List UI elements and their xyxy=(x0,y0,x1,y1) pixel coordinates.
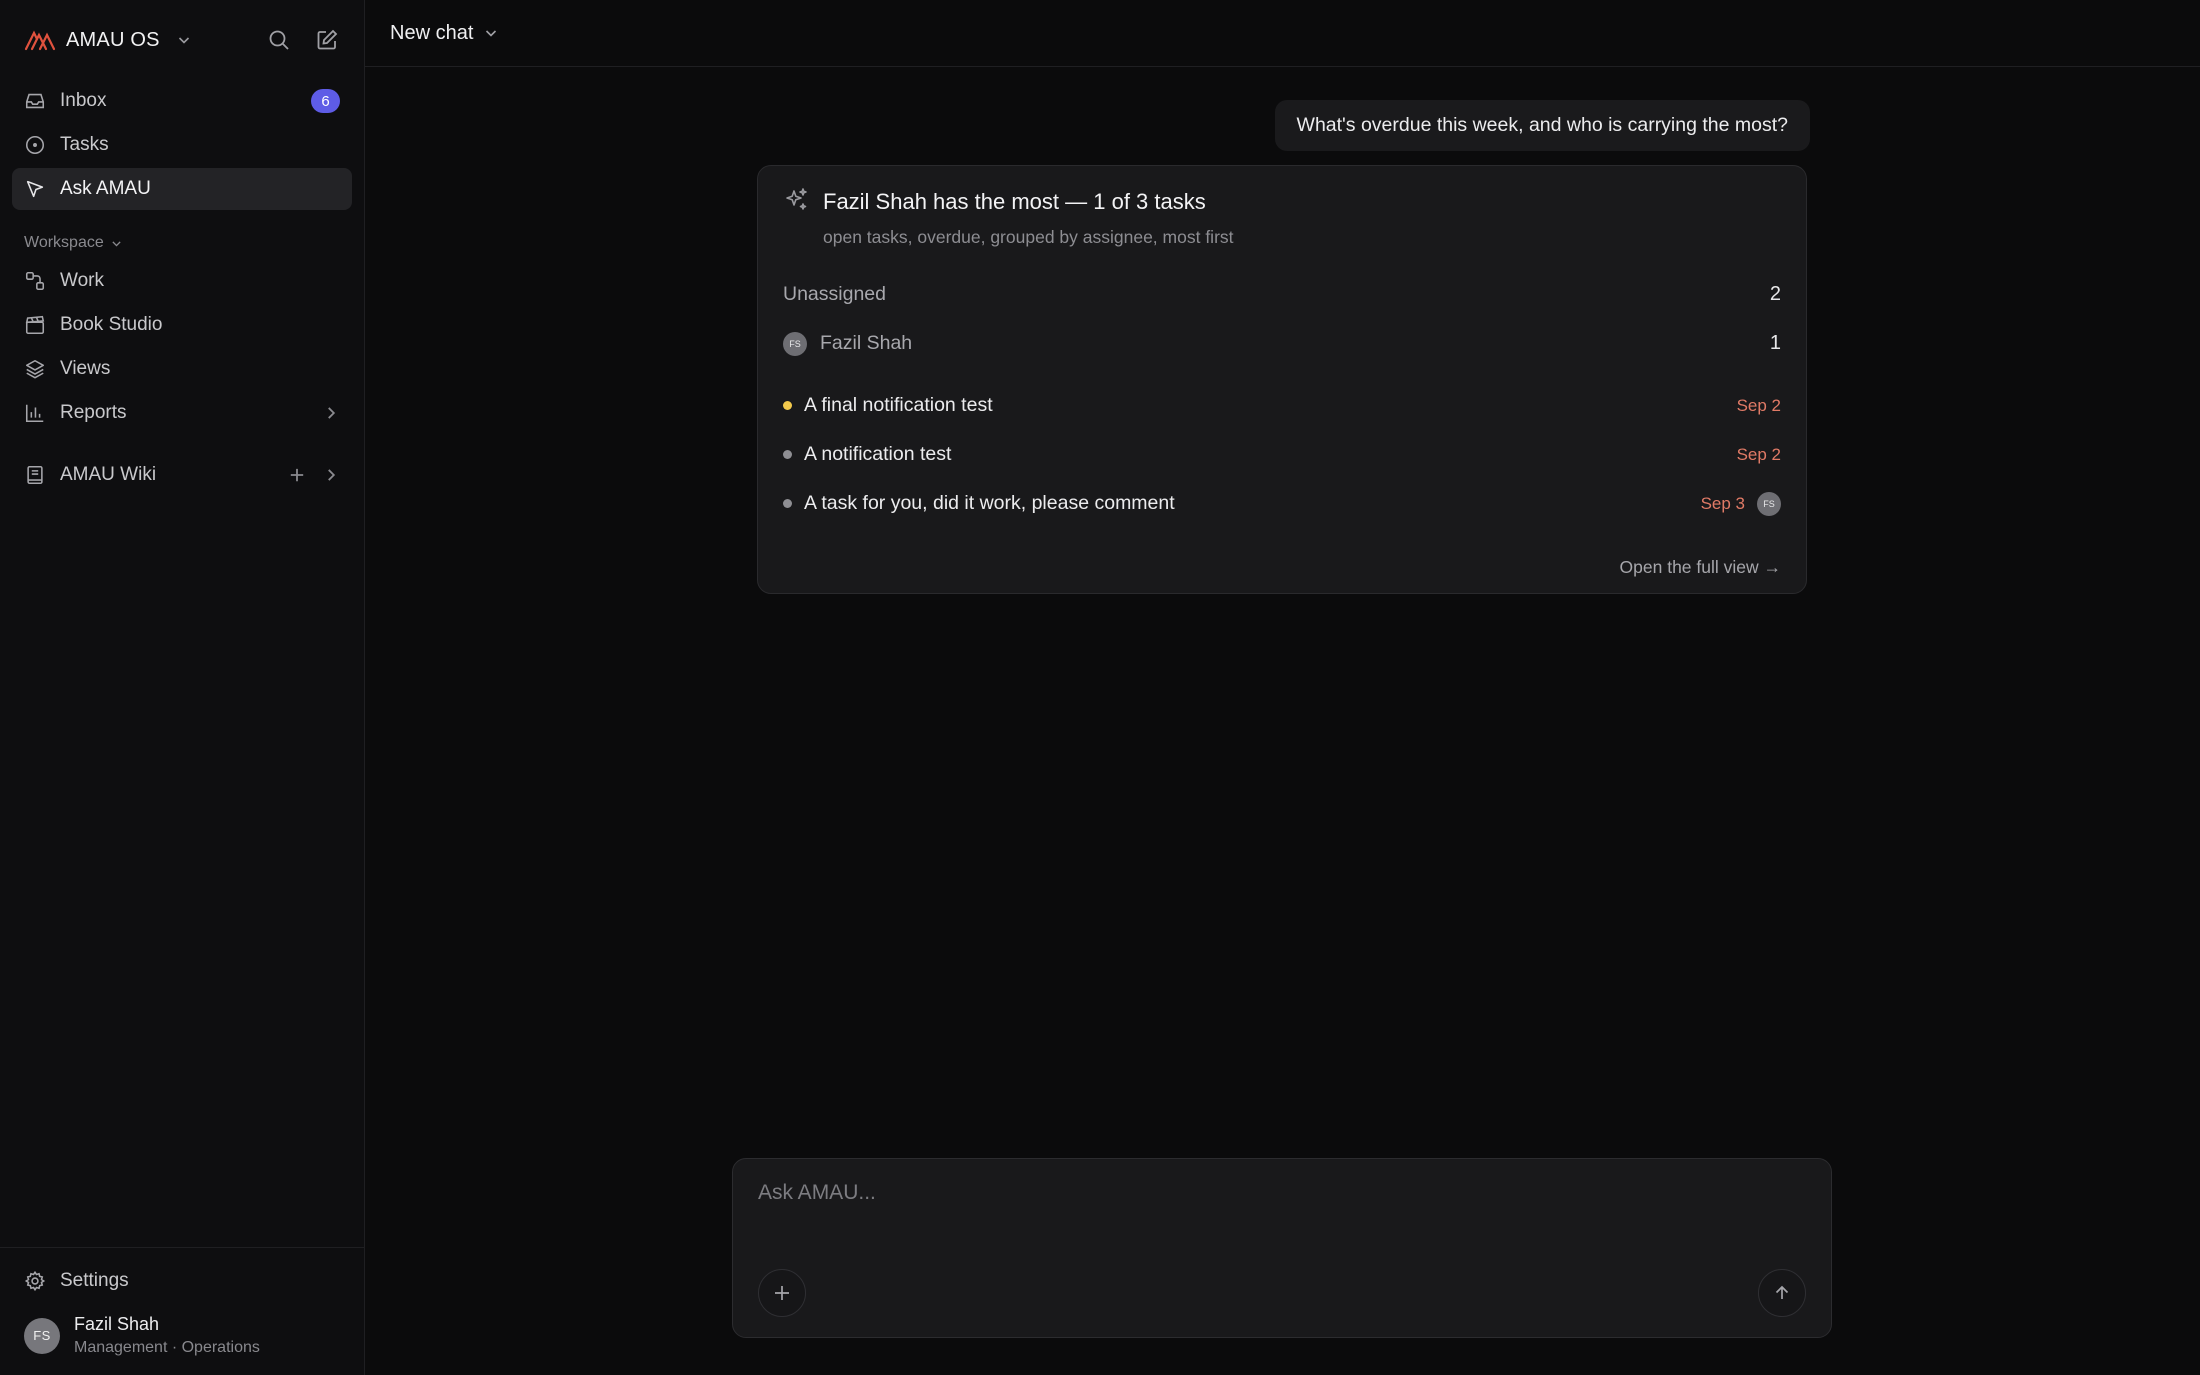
sidebar-footer: Settings FS Fazil Shah Management · Oper… xyxy=(0,1247,364,1375)
nav-item-tasks[interactable]: Tasks xyxy=(12,124,352,166)
avatar: FS xyxy=(783,331,807,356)
primary-nav: Inbox 6 Tasks Ask AMAU xyxy=(0,80,364,212)
task-due-date: Sep 3 xyxy=(1700,493,1745,513)
wiki-nav: AMAU Wiki xyxy=(0,454,364,498)
inbox-icon xyxy=(25,93,45,109)
task-title: A notification test xyxy=(804,443,952,465)
nav-item-label: Views xyxy=(60,358,111,379)
nav-item-label: Ask AMAU xyxy=(60,178,151,199)
assignee-avatar: FS xyxy=(1757,491,1781,516)
new-chat-button[interactable] xyxy=(314,27,340,53)
brand-logo-icon xyxy=(24,30,56,51)
user-name: Fazil Shah xyxy=(74,1314,160,1334)
attach-button[interactable] xyxy=(758,1269,806,1317)
nav-item-ask-amau[interactable]: Ask AMAU xyxy=(12,168,352,210)
user-message: What's overdue this week, and who is car… xyxy=(1274,100,1810,151)
group-row-unassigned[interactable]: Unassigned 2 xyxy=(783,270,1781,319)
book-icon xyxy=(27,465,43,485)
search-button[interactable] xyxy=(266,27,292,53)
nav-item-label: AMAU Wiki xyxy=(60,464,157,485)
send-button[interactable] xyxy=(1758,1269,1806,1317)
user-role: Management · Operations xyxy=(74,1339,260,1356)
group-count: 2 xyxy=(1769,283,1781,305)
nav-item-label: Settings xyxy=(60,1270,129,1291)
task-list: A final notification test Sep 2 A notifi… xyxy=(783,381,1781,528)
group-row-fazil-shah[interactable]: FS Fazil Shah 1 xyxy=(783,319,1781,368)
nav-item-label: Inbox xyxy=(60,90,107,111)
workspace-section-toggle[interactable]: Workspace xyxy=(0,212,364,260)
assistant-answer-card: Fazil Shah has the most — 1 of 3 tasks o… xyxy=(757,165,1807,594)
bar-chart-icon xyxy=(25,404,44,423)
workspace-name: AMAU OS xyxy=(66,28,160,51)
task-due-date: Sep 2 xyxy=(1736,444,1781,464)
sidebar-item-settings[interactable]: Settings xyxy=(12,1260,352,1302)
sidebar-item-reports[interactable]: Reports xyxy=(12,392,352,434)
nav-item-label: Book Studio xyxy=(60,314,163,335)
sidebar-item-amau-wiki[interactable]: AMAU Wiki xyxy=(12,454,352,496)
group-name: Unassigned xyxy=(783,283,886,305)
plus-icon xyxy=(775,1286,789,1300)
group-count: 1 xyxy=(1769,332,1781,354)
task-row[interactable]: A final notification test Sep 2 xyxy=(783,381,1781,430)
avatar: FS xyxy=(24,1317,60,1354)
task-row[interactable]: A notification test Sep 2 xyxy=(783,430,1781,479)
nav-item-label: Reports xyxy=(60,402,127,423)
compose-icon xyxy=(317,29,338,50)
app-root: AMAU OS Inbox 6 Tasks Ask AMAU Workspace… xyxy=(0,0,2200,1375)
gear-icon xyxy=(24,1270,46,1292)
task-title: A task for you, did it work, please comm… xyxy=(804,492,1175,514)
sidebar-item-views[interactable]: Views xyxy=(12,348,352,390)
layers-icon xyxy=(25,359,45,379)
chevron-down-icon xyxy=(178,37,189,44)
arrow-up-icon xyxy=(1775,1285,1789,1299)
open-full-view-link[interactable]: Open the full view → xyxy=(1620,557,1781,578)
chat-title: New chat xyxy=(390,21,474,44)
chevron-right-icon xyxy=(328,407,336,419)
user-profile[interactable]: FS Fazil Shah Management · Operations xyxy=(12,1304,352,1357)
answer-title: Fazil Shah has the most — 1 of 3 tasks xyxy=(823,189,1206,214)
nav-item-label: Tasks xyxy=(60,134,109,155)
task-due-date: Sep 2 xyxy=(1736,395,1781,415)
sidebar-item-book-studio[interactable]: Book Studio xyxy=(12,304,352,346)
inbox-count-badge: 6 xyxy=(311,89,340,113)
workspace-switcher[interactable]: AMAU OS xyxy=(24,29,192,52)
nav-item-inbox[interactable]: Inbox 6 xyxy=(12,80,352,122)
chat-area: New chat What's overdue this week, and w… xyxy=(365,0,2200,1375)
status-dot xyxy=(783,401,792,410)
sidebar-header: AMAU OS xyxy=(0,0,364,80)
plus-icon[interactable] xyxy=(288,466,306,484)
task-row[interactable]: A task for you, did it work, please comm… xyxy=(783,479,1781,528)
chevron-right-icon[interactable] xyxy=(322,466,340,484)
chat-composer xyxy=(732,1158,1832,1338)
chevron-down-icon xyxy=(486,30,497,37)
clapperboard-icon xyxy=(25,315,45,335)
chat-input[interactable] xyxy=(758,1181,1806,1205)
status-dot xyxy=(783,450,792,459)
section-label: Workspace xyxy=(24,234,104,251)
chat-title-menu[interactable]: New chat xyxy=(390,22,499,45)
circle-dot-icon xyxy=(25,135,45,155)
status-dot xyxy=(783,499,792,508)
search-icon xyxy=(269,30,289,50)
workflow-icon xyxy=(25,271,45,291)
workspace-nav: Work Book Studio Views Reports xyxy=(0,260,364,436)
group-name: Fazil Shah xyxy=(820,332,913,354)
sidebar-item-work[interactable]: Work xyxy=(12,260,352,302)
task-title: A final notification test xyxy=(804,394,993,416)
nav-item-label: Work xyxy=(60,270,104,291)
sidebar: AMAU OS Inbox 6 Tasks Ask AMAU Workspace… xyxy=(0,0,365,1375)
answer-subtitle: open tasks, overdue, grouped by assignee… xyxy=(823,227,1234,247)
chevron-down-icon xyxy=(112,240,121,246)
assignee-groups: Unassigned 2 FS Fazil Shah 1 xyxy=(783,270,1781,368)
topbar: New chat xyxy=(365,0,2200,67)
cursor-arrow-icon xyxy=(26,180,44,198)
sparkles-icon xyxy=(786,188,807,210)
